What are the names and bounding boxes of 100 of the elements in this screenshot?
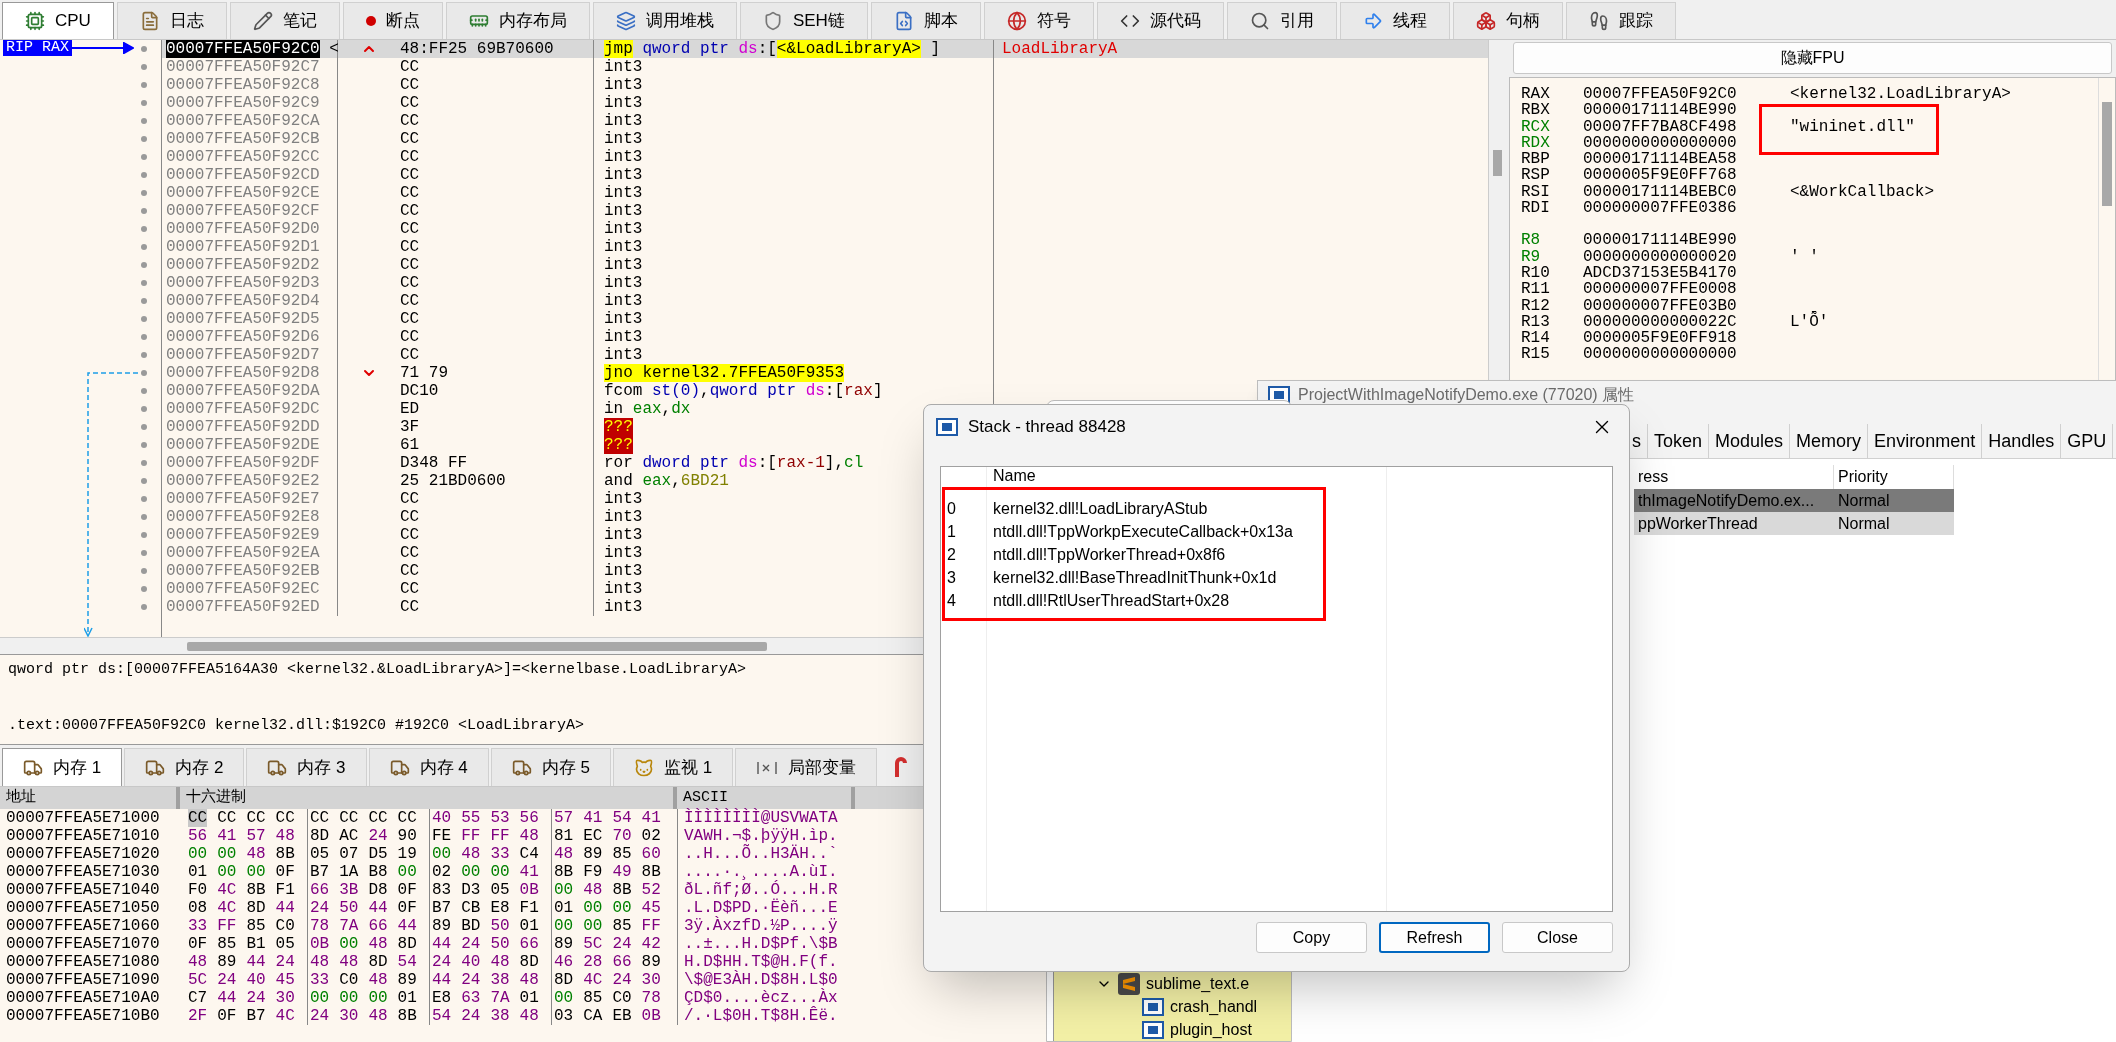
tab[interactable]: CPU xyxy=(2,2,114,39)
column-header[interactable]: ASCII xyxy=(677,787,855,809)
hex-byte: 66 xyxy=(310,881,330,899)
hex-byte: 0F xyxy=(275,863,295,881)
ascii-cell: ....·.¸....A.ùI. xyxy=(677,863,838,881)
hex-byte: CC xyxy=(339,809,359,827)
hex-byte: 03 xyxy=(554,1007,574,1025)
hex-byte: 05 xyxy=(310,845,330,863)
address-cell: 00007FFEA50F92DE xyxy=(166,436,320,454)
hex-byte: 85 xyxy=(217,935,237,953)
hex-byte: 05 xyxy=(275,935,295,953)
hex-byte: 28 xyxy=(583,953,603,971)
tab[interactable]: 断点 xyxy=(342,2,443,39)
tab[interactable]: 内存 5 xyxy=(490,748,611,786)
dialog-button[interactable]: Refresh xyxy=(1379,922,1490,953)
tab[interactable]: 跟踪 xyxy=(1565,2,1676,39)
dialog-button[interactable]: Close xyxy=(1502,922,1613,953)
register-value: 00000171114BEA58 xyxy=(1583,151,1738,168)
tab[interactable]: 监视 1 xyxy=(612,748,734,786)
hex-byte: 8D xyxy=(397,935,417,953)
instruction-token: ds xyxy=(737,454,758,472)
tab[interactable]: 内存 4 xyxy=(368,748,489,786)
hex-byte: 33 xyxy=(490,845,510,863)
tab[interactable]: SEH链 xyxy=(739,2,868,39)
tab[interactable]: 内存 1 xyxy=(2,748,123,786)
hex-byte: 89 xyxy=(432,917,452,935)
instruction-token: int3 xyxy=(604,148,643,166)
instruction-token: ds xyxy=(804,382,825,400)
instruction-token: int3 xyxy=(604,580,643,598)
hex-byte: CC xyxy=(188,809,208,827)
instruction-token: int3 xyxy=(604,562,643,580)
instruction-token: dx xyxy=(671,400,691,418)
instruction-token: int3 xyxy=(604,76,643,94)
tab[interactable]: 调用堆栈 xyxy=(592,2,737,39)
hex-byte: 48 xyxy=(246,845,266,863)
hex-byte: 38 xyxy=(490,971,510,989)
hex-byte: 48 xyxy=(519,971,539,989)
hex-byte: C4 xyxy=(519,845,539,863)
frame-name: kernel32.dll!LoadLibraryAStub xyxy=(993,499,1209,519)
tab[interactable]: 源代码 xyxy=(1096,2,1224,39)
hex-byte: 49 xyxy=(612,863,632,881)
tab[interactable]: 内存布局 xyxy=(445,2,590,39)
tab[interactable]: 脚本 xyxy=(870,2,981,39)
address-cell: 00007FFEA50F92CA xyxy=(166,112,320,130)
hide-fpu-button[interactable]: 隐藏FPU xyxy=(1513,42,2112,74)
hex-byte: 48 xyxy=(490,953,510,971)
hex-byte: 42 xyxy=(641,935,661,953)
instruction-token: jno xyxy=(604,364,633,382)
address-cell: 00007FFEA50F92D5 xyxy=(166,310,320,328)
tab[interactable]: 句柄 xyxy=(1452,2,1563,39)
hex-byte: 44 xyxy=(368,899,388,917)
tab[interactable]: 笔记 xyxy=(229,2,340,39)
hex-byte: C7 xyxy=(188,989,208,1007)
hex-byte: EB xyxy=(612,1007,632,1025)
instruction-token: and xyxy=(604,472,633,490)
hex-byte: 57 xyxy=(246,827,266,845)
tab[interactable]: 日志 xyxy=(116,2,227,39)
hex-byte: AC xyxy=(339,827,359,845)
hex-byte: 07 xyxy=(339,845,359,863)
tab[interactable]: 符号 xyxy=(983,2,1094,39)
instruction-token: ??? xyxy=(604,418,633,436)
hex-byte: CA xyxy=(583,1007,603,1025)
table-row[interactable]: thImageNotifyDemo.ex... Normal xyxy=(1634,489,1954,512)
address-cell-text: 00007FFEA5E71050 xyxy=(5,899,161,917)
column-header[interactable]: 地址 xyxy=(0,787,180,809)
tab[interactable]: 内存 2 xyxy=(124,748,245,786)
ascii-cell: H.D$HH.T$@H.F(f. xyxy=(677,953,838,971)
bytes-cell: CC xyxy=(400,310,420,328)
table-row[interactable]: ppWorkerThread Normal xyxy=(1634,512,1954,535)
hex-byte: 0F xyxy=(397,899,417,917)
column-header[interactable]: Name xyxy=(993,467,1386,485)
frame-name: kernel32.dll!BaseThreadInitThunk+0x1d xyxy=(993,568,1278,588)
tab[interactable]: 线程 xyxy=(1339,2,1450,39)
frame-index: 4 xyxy=(946,591,957,611)
hex-byte: 01 xyxy=(188,863,208,881)
register-value: 00007FFEA50F92C0 xyxy=(1583,86,1738,103)
bytes-cell: CC xyxy=(400,76,420,94)
tree-item[interactable]: crash_handl xyxy=(1170,994,1258,1019)
hex-byte: 00 xyxy=(461,863,481,881)
hex-byte: 0F xyxy=(217,1007,237,1025)
tree-item[interactable]: sublime_text.e xyxy=(1146,971,1250,996)
hex-byte: 00 xyxy=(554,881,574,899)
hex-byte: 44 xyxy=(217,989,237,1007)
hex-byte: 48 xyxy=(461,845,481,863)
register-value: 0000000000000000 xyxy=(1583,134,1738,152)
hex-byte: 48 xyxy=(188,953,208,971)
tab[interactable]: 局部变量 xyxy=(735,748,878,786)
tree-item[interactable]: plugin_host xyxy=(1170,1017,1252,1042)
tab[interactable]: 引用 xyxy=(1226,2,1337,39)
instruction-token: int3 xyxy=(604,274,643,292)
hex-byte: CC xyxy=(246,809,266,827)
register-value: 00000171114BEBC0 xyxy=(1583,183,1738,201)
hex-byte: 33 xyxy=(188,917,208,935)
ascii-cell: ðL.ñf;Ø..Ó...H.R xyxy=(677,881,838,899)
hex-byte: FF xyxy=(490,827,510,845)
register-name: R8 xyxy=(1521,232,1542,249)
hex-byte: B7 xyxy=(432,899,452,917)
tab[interactable]: 内存 3 xyxy=(246,748,367,786)
register-comment: <&WorkCallback> xyxy=(1790,183,1935,201)
dialog-button[interactable]: Copy xyxy=(1256,922,1367,953)
